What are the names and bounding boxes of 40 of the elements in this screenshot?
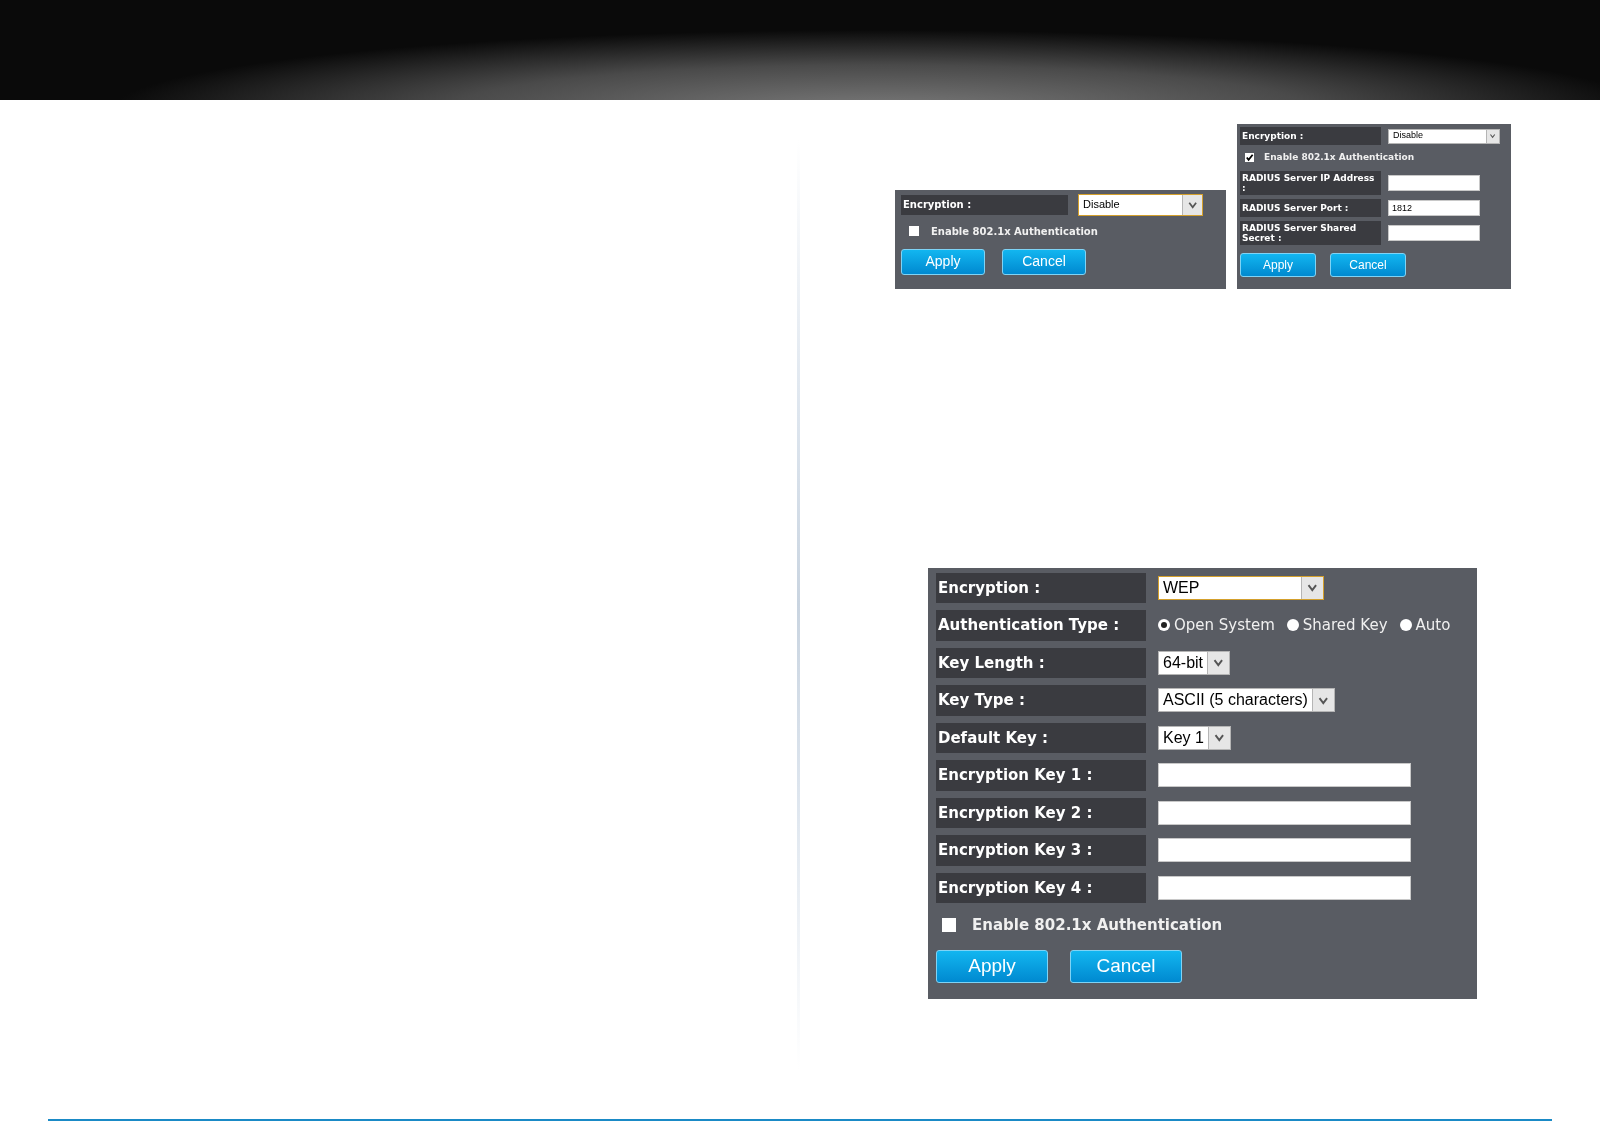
field-label: Encryption : — [936, 572, 1146, 603]
dropdown-select[interactable]: Key 1 — [1158, 725, 1231, 750]
text-field[interactable] — [1158, 875, 1411, 900]
dropdown-select[interactable]: Disable — [1388, 128, 1500, 144]
field-label: Encryption Key 2 : — [936, 797, 1146, 828]
dropdown-select[interactable]: ASCII (5 characters) — [1158, 688, 1335, 713]
text-field[interactable] — [1158, 838, 1411, 863]
field-label: Encryption Key 3 : — [936, 835, 1146, 866]
radio-option[interactable]: Auto — [1399, 614, 1451, 637]
field-label: Key Length : — [936, 647, 1146, 678]
checkbox[interactable] — [909, 226, 919, 236]
dropdown-select[interactable]: 64-bit — [1158, 650, 1231, 675]
radio-button[interactable] — [1158, 619, 1170, 632]
field-label: RADIUS Server Shared Secret : — [1240, 220, 1381, 245]
field-label: Encryption : — [901, 194, 1068, 215]
field-label: Encryption Key 1 : — [936, 760, 1146, 791]
field-label: Default Key : — [936, 722, 1146, 753]
field-label: Authentication Type : — [936, 610, 1146, 641]
radio-button[interactable] — [1399, 619, 1412, 632]
checkbox[interactable] — [1245, 153, 1254, 163]
radio-option[interactable]: Open System — [1158, 614, 1275, 637]
text-field[interactable] — [1388, 174, 1480, 191]
checkbox-label: Enable 802.1x Authentication — [972, 915, 1223, 936]
text-field[interactable] — [1158, 763, 1411, 788]
radio-button[interactable] — [1286, 619, 1299, 632]
field-label: Key Type : — [936, 685, 1146, 716]
checkbox-label: Enable 802.1x Authentication — [1264, 151, 1415, 164]
dropdown-select[interactable]: Disable — [1078, 193, 1203, 216]
checkbox-label: Enable 802.1x Authentication — [931, 224, 1098, 239]
text-field[interactable] — [1388, 224, 1480, 241]
checkmark-icon — [1245, 153, 1254, 163]
field-label: Encryption Key 4 : — [936, 872, 1146, 903]
radio-option[interactable]: Shared Key — [1286, 614, 1388, 637]
field-label: Encryption : — [1240, 127, 1381, 145]
field-label: RADIUS Server IP Address : — [1240, 170, 1381, 195]
text-field[interactable] — [1158, 800, 1411, 825]
field-label: RADIUS Server Port : — [1240, 198, 1381, 217]
checkbox[interactable] — [942, 918, 956, 933]
text-field[interactable]: 1812 — [1388, 199, 1480, 216]
dropdown-select[interactable]: WEP — [1158, 575, 1324, 600]
